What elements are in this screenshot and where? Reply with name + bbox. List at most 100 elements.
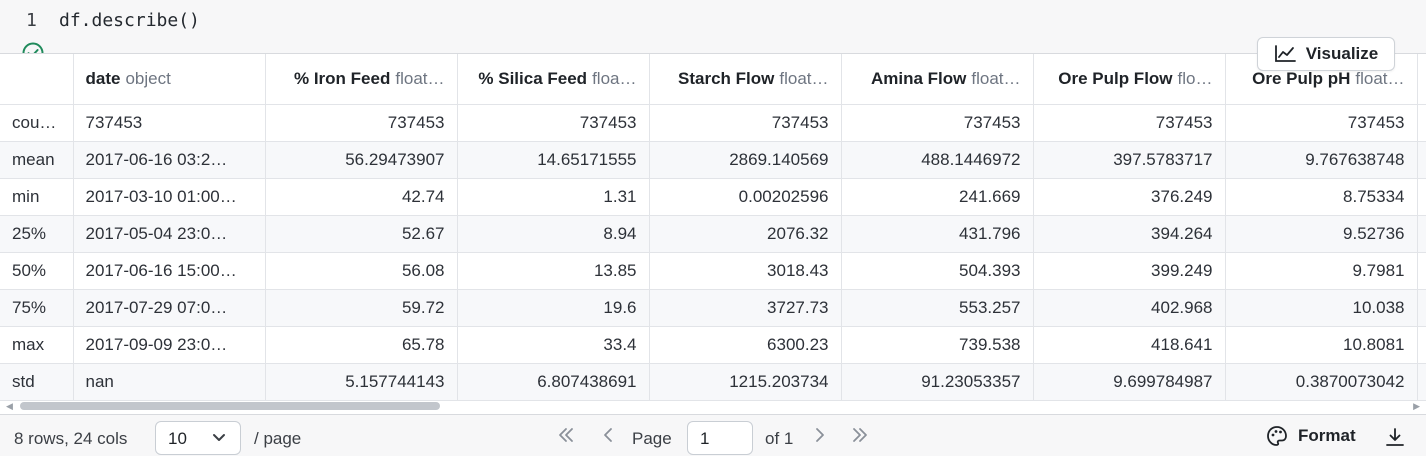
table-cell: 737453 (265, 104, 458, 142)
column-name: % Iron Feed (294, 68, 391, 88)
describe-table: date object% Iron Feed float…% Silica Feed… (0, 54, 1426, 401)
table-header-row: date object% Iron Feed float…% Silica Feed… (0, 54, 1426, 105)
table-cell: 65.78 (265, 326, 458, 364)
last-page-button[interactable] (850, 425, 870, 450)
per-page-label: / page (254, 429, 302, 448)
table-cell: 0.00202596 (649, 178, 842, 216)
table-cell: 2017-03-10 01:00… (73, 178, 266, 216)
format-button[interactable]: Format (1266, 425, 1356, 447)
row-index: cou… (0, 104, 74, 142)
chevron-right-icon (816, 428, 824, 442)
scroll-left-icon[interactable]: ◀ (6, 401, 13, 412)
row-index: max (0, 326, 74, 364)
table-cell: 2076.32 (649, 215, 842, 253)
page-number-input[interactable]: 1 (687, 421, 753, 455)
dataframe-table: date object% Iron Feed float…% Silica Feed… (0, 53, 1426, 415)
table-cell: 553.257 (841, 289, 1034, 327)
table-row: std nan 5.157744143 6.807438691 1215.203734 9… (0, 363, 1426, 401)
row-index: 50% (0, 252, 74, 290)
table-cell: 8.75334 (1225, 178, 1418, 216)
table-cell: 488.1446972 (841, 141, 1034, 179)
table-cell: 1.31 (457, 178, 650, 216)
column-dtype: float… (779, 68, 829, 88)
horizontal-scrollbar[interactable]: ◀ ▶ (0, 399, 1426, 413)
table-cell: 2017-06-16 15:00… (73, 252, 266, 290)
download-icon[interactable] (1384, 426, 1406, 453)
line-chart-icon (1274, 45, 1296, 62)
column-dtype: float… (395, 68, 445, 88)
column-name: date (85, 68, 121, 88)
notebook-cell: 1 df.describe() date object% Iron Feed flo… (0, 0, 1426, 456)
table-cell: 9.52736 (1225, 215, 1418, 253)
index-header (0, 54, 74, 105)
overflow-cell (1417, 363, 1426, 401)
table-row: mean 2017-06-16 03:2… 56.29473907 14.651715… (0, 141, 1426, 179)
rows-cols-info: 8 rows, 24 cols (14, 429, 128, 448)
column-header[interactable]: Starch Flow float… (649, 54, 842, 105)
column-header[interactable]: % Silica Feed floa… (457, 54, 650, 105)
prev-page-button[interactable] (598, 425, 618, 450)
table-row: min 2017-03-10 01:00… 42.74 1.31 0.00202596 2… (0, 178, 1426, 216)
table-cell: 13.85 (457, 252, 650, 290)
overflow-cell (1417, 326, 1426, 364)
table-cell: 737453 (73, 104, 266, 142)
next-page-button[interactable] (810, 425, 830, 450)
table-cell: 418.641 (1033, 326, 1226, 364)
row-index: min (0, 178, 74, 216)
table-cell: 9.767638748 (1225, 141, 1418, 179)
chevrons-right-icon (853, 428, 867, 442)
table-cell: 52.67 (265, 215, 458, 253)
table-cell: 3727.73 (649, 289, 842, 327)
table-cell: 14.65171555 (457, 141, 650, 179)
overflow-column (1417, 54, 1426, 105)
table-cell: 2017-07-29 07:0… (73, 289, 266, 327)
table-cell: 737453 (1225, 104, 1418, 142)
table-cell: 19.6 (457, 289, 650, 327)
column-dtype: object (125, 68, 171, 88)
table-cell: nan (73, 363, 266, 401)
scroll-right-icon[interactable]: ▶ (1413, 401, 1420, 412)
table-cell: 5.157744143 (265, 363, 458, 401)
page-number-value: 1 (700, 429, 710, 448)
visualize-button[interactable]: Visualize (1257, 37, 1395, 71)
column-name: Starch Flow (678, 68, 775, 88)
table-cell: 8.94 (457, 215, 650, 253)
table-footer: 8 rows, 24 cols 10 / page Page 1 of 1 Fo… (0, 416, 1426, 456)
row-index: std (0, 363, 74, 401)
table-cell: 402.968 (1033, 289, 1226, 327)
column-header[interactable]: % Iron Feed float… (265, 54, 458, 105)
overflow-cell (1417, 252, 1426, 290)
column-name: Amina Flow (870, 68, 967, 88)
table-cell: 737453 (1033, 104, 1226, 142)
table-cell: 737453 (457, 104, 650, 142)
code-editor[interactable]: 1 df.describe() (0, 0, 1426, 42)
table-row: 50% 2017-06-16 15:00… 56.08 13.85 3018.43 504… (0, 252, 1426, 290)
first-page-button[interactable] (556, 425, 576, 450)
page-size-select[interactable]: 10 (155, 421, 241, 455)
column-header[interactable]: date object (73, 54, 266, 105)
column-header[interactable]: Ore Pulp Flow flo… (1033, 54, 1226, 105)
code-text[interactable]: df.describe() (59, 10, 200, 31)
row-index: mean (0, 141, 74, 179)
table-row: max 2017-09-09 23:0… 65.78 33.4 6300.23 739.5… (0, 326, 1426, 364)
table-cell: 504.393 (841, 252, 1034, 290)
row-index: 25% (0, 215, 74, 253)
table-cell: 6300.23 (649, 326, 842, 364)
table-cell: 10.8081 (1225, 326, 1418, 364)
table-cell: 241.669 (841, 178, 1034, 216)
table-cell: 2017-05-04 23:0… (73, 215, 266, 253)
table-cell: 56.29473907 (265, 141, 458, 179)
overflow-cell (1417, 178, 1426, 216)
table-cell: 2017-09-09 23:0… (73, 326, 266, 364)
column-header[interactable]: Amina Flow float… (841, 54, 1034, 105)
overflow-cell (1417, 141, 1426, 179)
column-dtype: float… (1355, 68, 1405, 88)
row-index: 75% (0, 289, 74, 327)
chevron-down-icon (213, 434, 225, 441)
chevron-left-icon (604, 428, 612, 442)
table-cell: 376.249 (1033, 178, 1226, 216)
table-cell: 3018.43 (649, 252, 842, 290)
scrollbar-thumb[interactable] (20, 402, 440, 410)
table-cell: 2869.140569 (649, 141, 842, 179)
page-label: Page (632, 429, 672, 448)
